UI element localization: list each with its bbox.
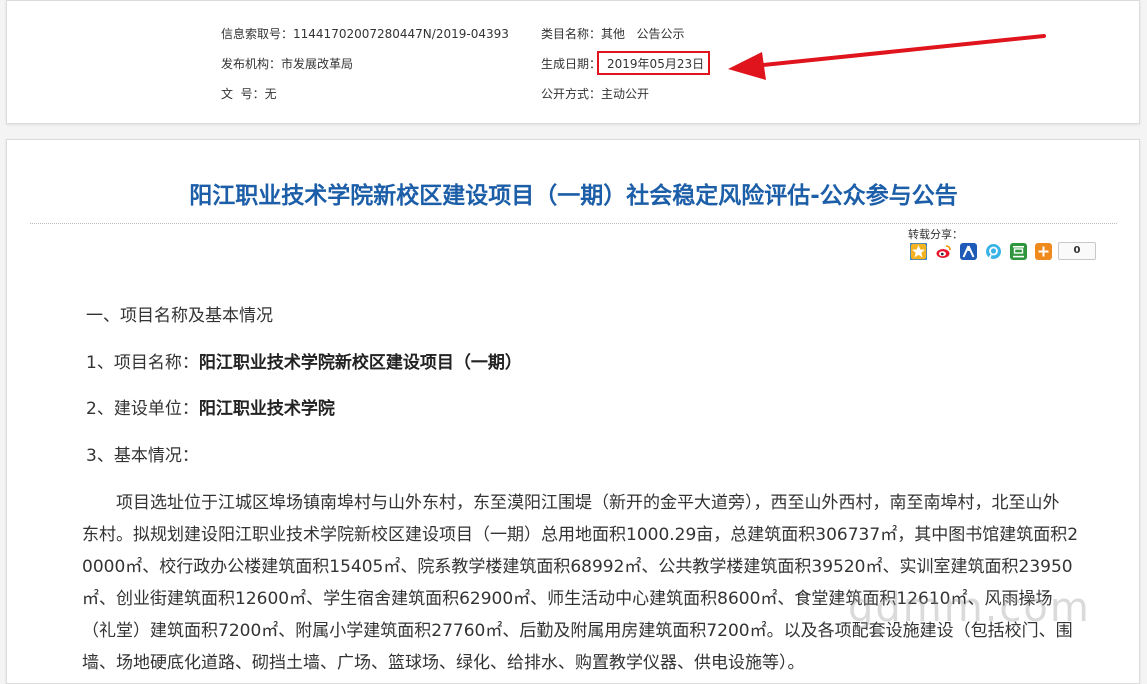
weibo-icon[interactable] — [935, 242, 952, 260]
red-arrow-annotation — [728, 34, 1046, 80]
builder-label: 2、建设单位： — [86, 399, 199, 419]
doc-no-label: 文 号： — [221, 87, 265, 101]
info-index-value: 11441702007280447N/2019-04393 — [293, 27, 509, 41]
renren-icon[interactable] — [960, 242, 977, 260]
date-label: 生成日期： — [541, 57, 602, 71]
article-title: 阳江职业技术学院新校区建设项目（一期）社会稳定风险评估-公众参与公告 — [189, 183, 958, 209]
info-index-row: 信息索取号：11441702007280447N/2019-04393 — [221, 27, 509, 41]
paragraph-line: 东村。拟规划建设阳江职业技术学院新校区建设项目（一期）总用地面积1000.29亩… — [82, 525, 1079, 545]
share-count: 0 — [1058, 242, 1096, 260]
category-value: 其他 公告公示 — [601, 27, 685, 41]
title-divider — [30, 223, 1117, 224]
disclosure-row: 公开方式：主动公开 — [541, 87, 649, 101]
paragraph-line: 项目选址位于江城区埠场镇南埠村与山外东村，东至漠阳江围堤（新开的金平大道旁），西… — [82, 493, 1060, 513]
disclosure-value: 主动公开 — [601, 87, 650, 101]
project-name-line: 1、项目名称：阳江职业技术学院新校区建设项目（一期） — [86, 351, 522, 375]
tqq-icon[interactable] — [985, 242, 1002, 260]
publisher-value: 市发展改革局 — [281, 57, 354, 71]
category-row: 类目名称：其他 公告公示 — [541, 27, 684, 41]
publisher-label: 发布机构： — [221, 57, 282, 71]
paragraph-line: ㎡、创业街建筑面积12600㎡、学生宿舍建筑面积62900㎡、师生活动中心建筑面… — [82, 589, 1053, 609]
doc-no-row: 文 号：无 — [221, 87, 277, 101]
share-label: 转载分享： — [908, 228, 963, 241]
share-toolbar: 0 — [909, 241, 1096, 261]
info-index-label: 信息索取号： — [221, 27, 294, 41]
date-highlight-box — [597, 51, 710, 75]
basic-info-paragraph: 项目选址位于江城区埠场镇南埠村与山外东村，东至漠阳江围堤（新开的金平大道旁），西… — [82, 487, 1102, 679]
publisher-row: 发布机构：市发展改革局 — [221, 57, 353, 71]
project-name-label: 1、项目名称： — [86, 353, 199, 373]
basic-info-heading: 3、基本情况： — [86, 446, 199, 466]
doc-no-value: 无 — [264, 87, 277, 101]
section-heading: 一、项目名称及基本情况 — [86, 306, 273, 326]
paragraph-line: 墙、场地硬底化道路、砌挡土墙、广场、篮球场、绿化、给排水、购置教学仪器、供电设施… — [82, 653, 805, 673]
douban-icon[interactable] — [1010, 242, 1027, 260]
builder-value: 阳江职业技术学院 — [198, 399, 335, 419]
paragraph-line: （礼堂）建筑面积7200㎡、附属小学建筑面积27760㎡、后勤及附属用房建筑面积… — [82, 621, 1073, 641]
category-label: 类目名称： — [541, 27, 602, 41]
more-share-icon[interactable] — [1035, 242, 1052, 260]
project-name-value: 阳江职业技术学院新校区建设项目（一期） — [198, 353, 522, 373]
paragraph-line: 0000㎡、校行政办公楼建筑面积15405㎡、院系教学楼建筑面积68992㎡、公… — [82, 557, 1073, 577]
qzone-icon[interactable] — [909, 241, 928, 261]
builder-line: 2、建设单位：阳江职业技术学院 — [86, 397, 335, 421]
disclosure-label: 公开方式： — [541, 87, 602, 101]
